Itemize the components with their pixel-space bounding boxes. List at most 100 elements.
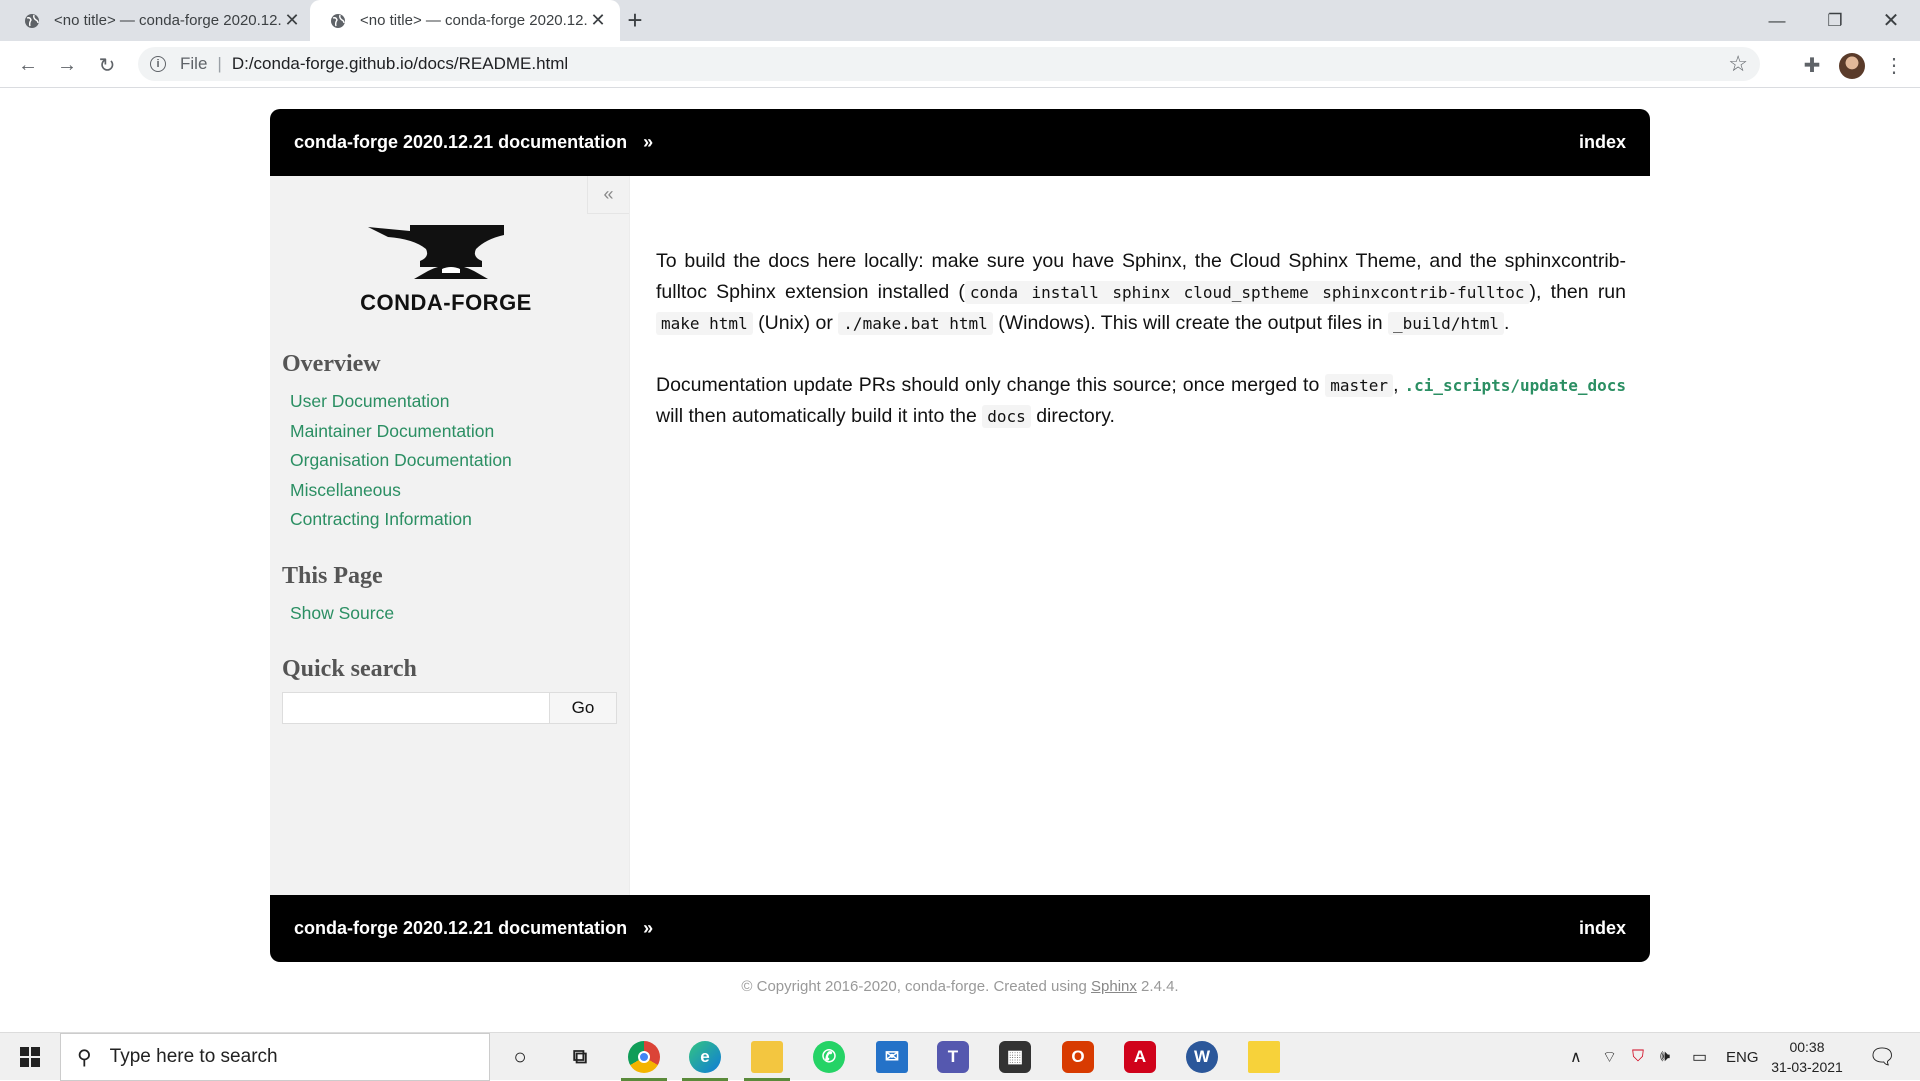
overview-link-list: User Documentation Maintainer Documentat… bbox=[290, 387, 512, 535]
overview-heading: Overview bbox=[282, 351, 381, 377]
forward-arrow-icon[interactable]: → bbox=[51, 49, 83, 81]
raquo: » bbox=[643, 132, 654, 152]
go-button[interactable]: Go bbox=[550, 692, 617, 724]
nav-link-organisation-documentation[interactable]: Organisation Documentation bbox=[290, 446, 512, 476]
browser-tab-1[interactable]: <no title> — conda-forge 2020.12.21 docu… bbox=[4, 0, 314, 41]
version-text: 2.4.4. bbox=[1136, 978, 1179, 995]
store-icon[interactable]: ▦ bbox=[999, 1041, 1031, 1073]
quick-search-input[interactable] bbox=[282, 692, 550, 724]
extensions-puzzle-icon[interactable]: ✚ bbox=[1798, 51, 1826, 79]
close-tab-icon[interactable]: ✕ bbox=[282, 10, 302, 31]
tab-title: <no title> — conda-forge 2020.12.21 docu… bbox=[54, 12, 282, 29]
text: directory. bbox=[1030, 405, 1115, 427]
text: , bbox=[1393, 373, 1405, 396]
address-toolbar: ← → ↻ i File | D:/conda-forge.github.io/… bbox=[0, 41, 1920, 88]
info-icon[interactable]: i bbox=[150, 56, 166, 72]
globe-icon bbox=[25, 13, 39, 28]
clock-date: 31-03-2021 bbox=[1771, 1059, 1843, 1075]
inline-code: master bbox=[1325, 373, 1394, 397]
paragraph-update-prs: Documentation update PRs should only cha… bbox=[656, 370, 1626, 433]
windows-taskbar: ⚲ Type here to search ○ ⧉ e ✆ ✉ T ▦ O A … bbox=[0, 1032, 1920, 1081]
globe-icon bbox=[331, 13, 345, 28]
word-icon[interactable]: W bbox=[1186, 1041, 1218, 1073]
project-home-link[interactable]: conda-forge 2020.12.21 documentation bbox=[294, 132, 627, 152]
show-source-link[interactable]: Show Source bbox=[290, 599, 394, 629]
project-home-link[interactable]: conda-forge 2020.12.21 documentation bbox=[294, 918, 627, 938]
quick-search-form: Go bbox=[282, 692, 617, 724]
inline-code: conda install sphinx cloud_sptheme sphin… bbox=[964, 280, 1530, 304]
taskbar-search-box[interactable]: ⚲ Type here to search bbox=[60, 1033, 490, 1081]
chrome-icon[interactable] bbox=[628, 1041, 660, 1073]
file-explorer-icon[interactable] bbox=[751, 1041, 783, 1073]
index-link[interactable]: index bbox=[1579, 918, 1626, 939]
browser-tab-strip: <no title> — conda-forge 2020.12.21 docu… bbox=[0, 0, 1920, 41]
text: (Unix) or bbox=[752, 312, 839, 334]
link-code[interactable]: .ci_scripts/update_docs bbox=[1404, 376, 1626, 395]
profile-avatar[interactable] bbox=[1839, 53, 1865, 79]
acrobat-icon[interactable]: A bbox=[1124, 1041, 1156, 1073]
new-tab-button[interactable]: + bbox=[620, 6, 650, 36]
menu-kebab-icon[interactable]: ⋮ bbox=[1880, 51, 1908, 79]
task-view-icon[interactable]: ⧉ bbox=[564, 1041, 596, 1073]
inline-code: docs bbox=[982, 405, 1031, 428]
url-bar[interactable]: i File | D:/conda-forge.github.io/docs/R… bbox=[138, 47, 1760, 81]
divider: | bbox=[217, 54, 222, 73]
inline-code: ./make.bat html bbox=[838, 312, 993, 335]
nav-link-contracting-information[interactable]: Contracting Information bbox=[290, 505, 512, 535]
this-page-list: Show Source bbox=[290, 599, 394, 629]
collapse-sidebar-button[interactable]: « bbox=[587, 176, 629, 214]
reload-icon[interactable]: ↻ bbox=[91, 49, 123, 81]
update-docs-script-link[interactable]: .ci_scripts/update_docs bbox=[1404, 374, 1626, 396]
notifications-icon[interactable]: 🗨 bbox=[1868, 1033, 1896, 1081]
raquo: » bbox=[643, 918, 654, 938]
network-icon[interactable]: ⌔ bbox=[1602, 1033, 1617, 1081]
logo-wordmark: CONDA-FORGE bbox=[360, 290, 532, 315]
nav-link-maintainer-documentation[interactable]: Maintainer Documentation bbox=[290, 417, 512, 447]
browser-tab-2[interactable]: <no title> — conda-forge 2020.12.21 docu… bbox=[310, 0, 620, 41]
volume-icon[interactable]: 🕪 bbox=[1660, 1033, 1670, 1081]
show-hidden-icons[interactable]: ∧ bbox=[1570, 1033, 1582, 1081]
office-icon[interactable]: O bbox=[1062, 1041, 1094, 1073]
window-close-button[interactable]: ✕ bbox=[1862, 0, 1920, 41]
minimize-button[interactable]: — bbox=[1748, 0, 1806, 41]
security-shield-icon[interactable]: ⛉ bbox=[1632, 1033, 1644, 1081]
back-arrow-icon[interactable]: ← bbox=[12, 49, 44, 81]
bookmark-star-icon[interactable]: ☆ bbox=[1728, 51, 1748, 77]
battery-icon[interactable]: ▭ bbox=[1692, 1033, 1707, 1081]
close-tab-icon[interactable]: ✕ bbox=[588, 10, 608, 31]
whatsapp-icon[interactable]: ✆ bbox=[813, 1041, 845, 1073]
this-page-heading: This Page bbox=[282, 563, 383, 589]
nav-link-miscellaneous[interactable]: Miscellaneous bbox=[290, 476, 512, 506]
top-nav-bar: conda-forge 2020.12.21 documentation » in… bbox=[270, 109, 1650, 176]
sticky-notes-icon[interactable] bbox=[1248, 1041, 1280, 1073]
start-button[interactable] bbox=[0, 1033, 60, 1081]
nav-link-user-documentation[interactable]: User Documentation bbox=[290, 387, 512, 417]
restore-button[interactable]: ❐ bbox=[1806, 0, 1864, 41]
system-clock[interactable]: 00:38 31-03-2021 bbox=[1765, 1037, 1849, 1077]
conda-forge-logo[interactable]: CONDA-FORGE bbox=[358, 221, 534, 316]
search-placeholder: Type here to search bbox=[109, 1046, 278, 1067]
cortana-icon[interactable]: ○ bbox=[504, 1041, 536, 1073]
url-text: D:/conda-forge.github.io/docs/README.htm… bbox=[231, 54, 569, 73]
windows-logo-icon bbox=[20, 1047, 40, 1067]
inline-code: make html bbox=[656, 312, 753, 335]
teams-icon[interactable]: T bbox=[937, 1041, 969, 1073]
index-link[interactable]: index bbox=[1579, 132, 1626, 153]
search-icon: ⚲ bbox=[77, 1046, 92, 1069]
mail-icon[interactable]: ✉ bbox=[876, 1041, 908, 1073]
inline-code: _build/html bbox=[1388, 312, 1504, 335]
breadcrumb: conda-forge 2020.12.21 documentation » bbox=[294, 918, 653, 939]
sidebar: « CONDA-FORGE Overview User Documentatio… bbox=[270, 176, 630, 895]
quick-search-heading: Quick search bbox=[282, 656, 417, 682]
text: . bbox=[1503, 312, 1510, 334]
text: will then automatically build it into th… bbox=[656, 405, 983, 427]
sphinx-link[interactable]: Sphinx bbox=[1091, 978, 1137, 995]
text: (Windows). This will create the output f… bbox=[992, 312, 1389, 334]
scheme-label: File bbox=[180, 54, 208, 73]
paragraph-build-instructions: To build the docs here locally: make sur… bbox=[656, 246, 1626, 340]
page-footer: © Copyright 2016-2020, conda-forge. Crea… bbox=[270, 978, 1650, 995]
bottom-nav-bar: conda-forge 2020.12.21 documentation » in… bbox=[270, 895, 1650, 962]
clock-time: 00:38 bbox=[1789, 1039, 1825, 1055]
language-indicator[interactable]: ENG bbox=[1726, 1033, 1759, 1081]
edge-icon[interactable]: e bbox=[689, 1041, 721, 1073]
